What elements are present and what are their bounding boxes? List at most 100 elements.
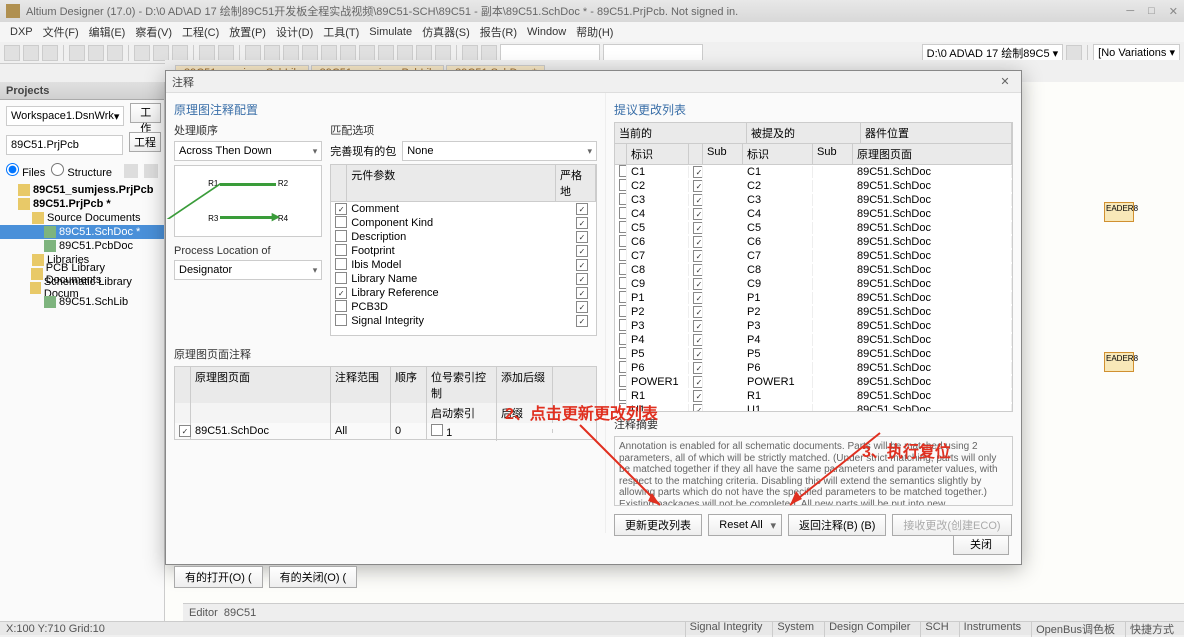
status-panel[interactable]: System [772,621,818,637]
update-changes-button[interactable]: 更新更改列表 [614,514,702,536]
change-row[interactable]: R1R189C51.SchDoc [615,389,1012,403]
page-col-suffix[interactable]: 添加后缀 [497,367,553,403]
dialog-close-icon[interactable]: ✕ [995,75,1015,88]
change-row[interactable]: P1P189C51.SchDoc [615,291,1012,305]
tool-open[interactable] [23,45,39,61]
status-panel[interactable]: Signal Integrity [685,621,767,637]
tool-junction[interactable] [435,45,451,61]
page-col-index[interactable]: 位号索引控制 [427,367,497,403]
menu-design[interactable]: 设计(D) [272,23,317,41]
settings-icon[interactable] [144,164,158,178]
change-row[interactable]: C6C689C51.SchDoc [615,235,1012,249]
tool-paste[interactable] [172,45,188,61]
change-row[interactable]: C4C489C51.SchDoc [615,207,1012,221]
change-row[interactable]: C1C189C51.SchDoc [615,165,1012,179]
params-grid[interactable]: CommentComponent KindDescriptionFootprin… [330,201,597,336]
tool-compile[interactable] [462,45,478,61]
param-row[interactable]: Component Kind [331,216,596,230]
workspace-button[interactable]: 工作 [130,103,161,123]
maximize-icon[interactable]: □ [1148,5,1155,18]
tree-item[interactable]: Schematic Library Docum [0,281,164,295]
change-row[interactable]: C8C889C51.SchDoc [615,263,1012,277]
menu-dxp[interactable]: DXP [6,25,37,39]
tool-port[interactable] [397,45,413,61]
params-col-strict[interactable]: 严格地 [556,165,596,201]
change-row[interactable]: C9C989C51.SchDoc [615,277,1012,291]
tool-undo[interactable] [199,45,215,61]
col-current[interactable]: 当前的 [615,123,747,143]
workspace-dropdown[interactable]: Workspace1.DsnWrk▾ [6,106,124,126]
menu-view[interactable]: 察看(V) [131,23,176,41]
change-row[interactable]: C2C289C51.SchDoc [615,179,1012,193]
page-table[interactable]: 原理图页面 注释范围 顺序 位号索引控制 添加后缀 启动索引 后缀 [174,366,597,440]
toolbar-variations[interactable]: [No Variations ▾ [1093,44,1180,62]
all-on-button[interactable]: 有的打开(O) ( [174,566,263,588]
tool-new[interactable] [4,45,20,61]
param-row[interactable]: Library Reference [331,286,596,300]
menu-simulator[interactable]: 仿真器(S) [418,23,474,41]
param-row[interactable]: Signal Integrity [331,314,596,328]
tree-item[interactable]: Source Documents [0,211,164,225]
status-panel[interactable]: Instruments [959,621,1025,637]
tool-cross[interactable] [481,45,497,61]
filter-files[interactable]: Files [6,163,45,179]
process-location-dropdown[interactable]: Designator [174,260,322,280]
param-row[interactable]: Ibis Model [331,258,596,272]
toolbar-doc-path[interactable]: D:\0 AD\AD 17 绘制89C5 ▾ [922,44,1063,62]
processing-order-dropdown[interactable]: Across Then Down [174,141,322,161]
param-row[interactable]: Comment [331,202,596,216]
close-icon[interactable]: ✕ [1169,5,1178,18]
close-button[interactable]: 关闭 [953,533,1009,555]
param-row[interactable]: Footprint [331,244,596,258]
page-col-order[interactable]: 顺序 [391,367,427,403]
tree-item[interactable]: 89C51_sumjess.PrjPcb [0,183,164,197]
tool-save[interactable] [42,45,58,61]
tool-copy[interactable] [153,45,169,61]
status-panel[interactable]: SCH [920,621,952,637]
tool-search[interactable] [500,44,600,62]
back-annotate-button[interactable]: 返回注释(B) (B) [788,514,886,536]
col-proposed[interactable]: 被提及的 [747,123,861,143]
reset-all-button[interactable]: Reset All [708,514,782,536]
param-row[interactable]: PCB3D [331,300,596,314]
params-col-name[interactable]: 元件参数 [347,165,556,201]
menu-edit[interactable]: 编辑(E) [85,23,130,41]
tool-zoom-region[interactable] [107,45,123,61]
all-off-button[interactable]: 有的关闭(O) ( [269,566,358,588]
changes-grid[interactable]: 当前的 被提及的 器件位置 标识 Sub 标识 Sub 原理图页面 C1C189… [614,122,1013,412]
tool-sheet[interactable] [416,45,432,61]
minimize-icon[interactable]: ─ [1126,5,1134,18]
tool-wire[interactable] [283,45,299,61]
filter-structure[interactable]: Structure [51,163,112,179]
tree-item[interactable]: 89C51.PcbDoc [0,239,164,253]
complete-packages-dropdown[interactable]: None [402,141,597,161]
menu-file[interactable]: 文件(F) [39,23,83,41]
tool-cut[interactable] [134,45,150,61]
status-panel[interactable]: 快捷方式 [1125,621,1178,637]
tool-gnd[interactable] [359,45,375,61]
status-panel[interactable]: Design Compiler [824,621,914,637]
param-row[interactable]: Library Name [331,272,596,286]
tool-select[interactable] [245,45,261,61]
project-button[interactable]: 工程 [129,132,161,152]
page-row-checkbox[interactable] [179,425,191,437]
menu-simulate[interactable]: Simulate [365,25,416,39]
change-row[interactable]: POWER1POWER189C51.SchDoc [615,375,1012,389]
menu-help[interactable]: 帮助(H) [572,23,617,41]
change-row[interactable]: C7C789C51.SchDoc [615,249,1012,263]
tree-item[interactable]: 89C51.PrjPcb * [0,197,164,211]
menu-report[interactable]: 报告(R) [476,23,521,41]
change-row[interactable]: P3P389C51.SchDoc [615,319,1012,333]
tool-net[interactable] [321,45,337,61]
tool-part[interactable] [378,45,394,61]
tool-move[interactable] [264,45,280,61]
change-row[interactable]: C3C389C51.SchDoc [615,193,1012,207]
status-panel[interactable]: OpenBus调色板 [1031,621,1119,637]
col-location[interactable]: 器件位置 [861,123,1012,143]
tool-redo[interactable] [218,45,234,61]
change-row[interactable]: P5P589C51.SchDoc [615,347,1012,361]
tool-zoom-fit[interactable] [88,45,104,61]
change-row[interactable]: P4P489C51.SchDoc [615,333,1012,347]
change-row[interactable]: P2P289C51.SchDoc [615,305,1012,319]
change-row[interactable]: C5C589C51.SchDoc [615,221,1012,235]
